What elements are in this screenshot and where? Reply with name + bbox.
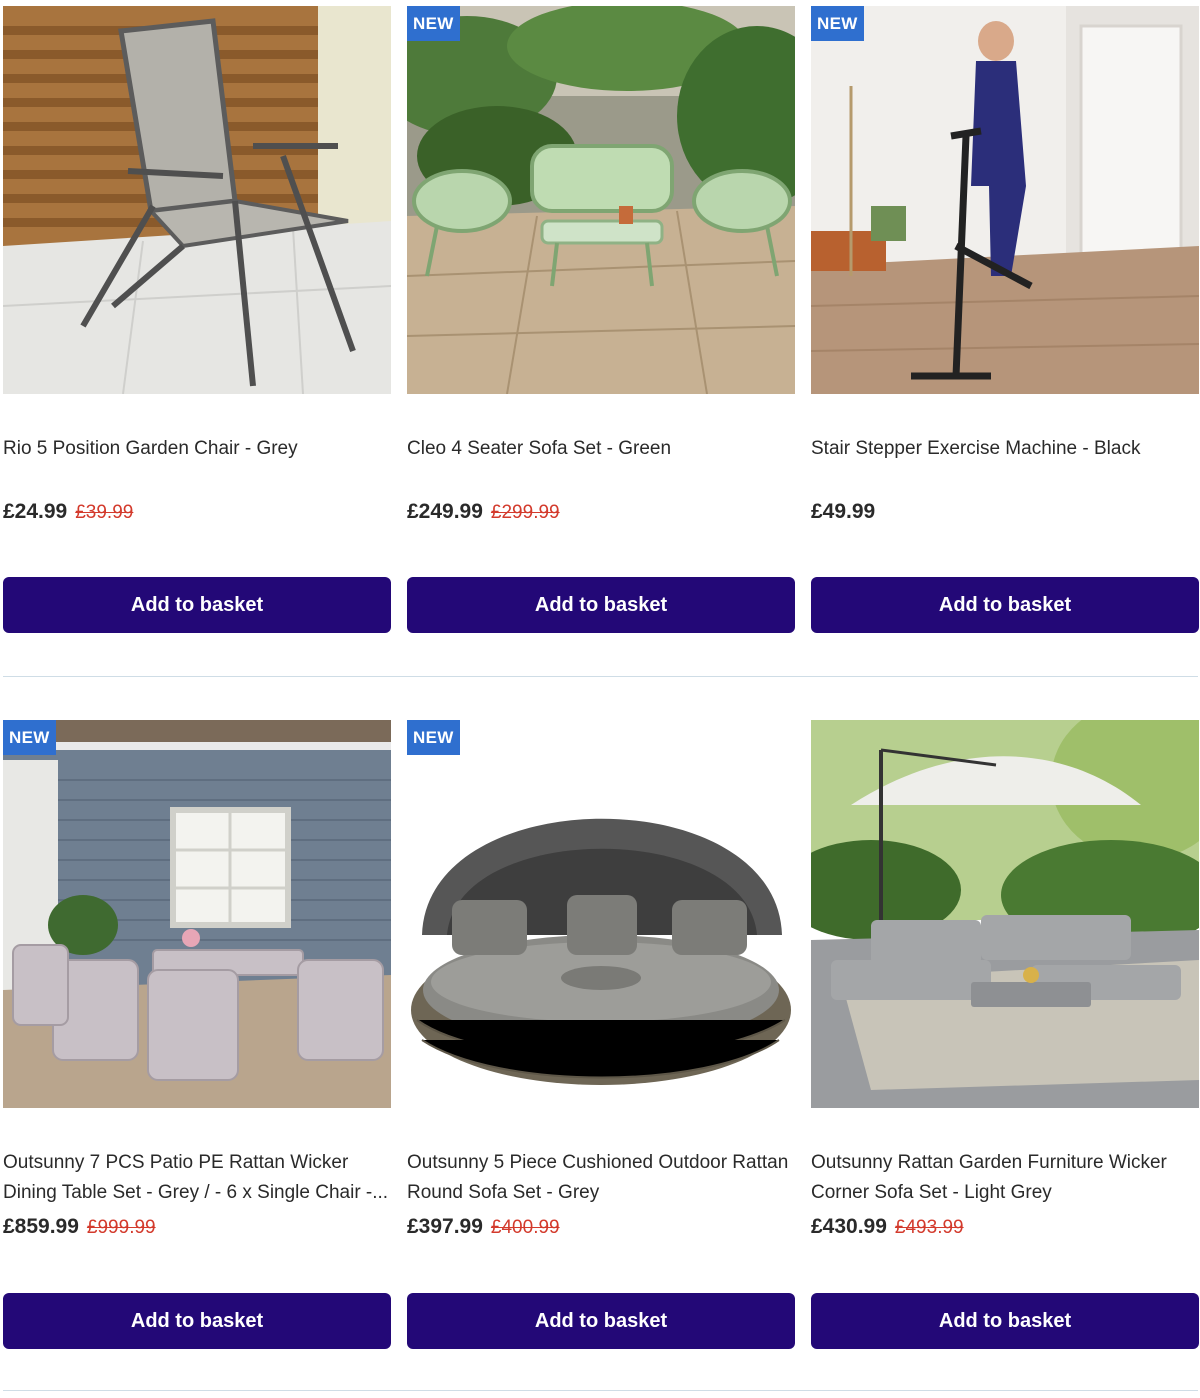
price-line: £430.99 £493.99 xyxy=(811,1215,964,1239)
price-line: £249.99 £299.99 xyxy=(407,500,560,524)
product-title[interactable]: Cleo 4 Seater Sofa Set - Green xyxy=(407,434,795,464)
product-card: NEW Stair Stepper Exercise Machine - Bla… xyxy=(811,0,1199,676)
was-price: £999.99 xyxy=(86,1217,156,1238)
product-card: NEW Cleo 4 Seater Sofa Set - Green £249.… xyxy=(407,0,795,676)
product-row-1: Rio 5 Position Garden Chair - Grey £24.9… xyxy=(0,0,1200,676)
current-price: £397.99 xyxy=(407,1215,483,1238)
product-title[interactable]: Outsunny 7 PCS Patio PE Rattan Wicker Di… xyxy=(3,1148,391,1208)
current-price: £49.99 xyxy=(811,500,876,523)
product-card: Rio 5 Position Garden Chair - Grey £24.9… xyxy=(3,0,391,676)
add-to-basket-button[interactable]: Add to basket xyxy=(811,1293,1199,1349)
product-title[interactable]: Outsunny Rattan Garden Furniture Wicker … xyxy=(811,1148,1199,1208)
price-line: £859.99 £999.99 xyxy=(3,1215,156,1239)
new-badge: NEW xyxy=(3,720,56,755)
product-title[interactable]: Rio 5 Position Garden Chair - Grey xyxy=(3,434,391,464)
product-row-2: NEW Outsunny 7 PCS Patio PE Rattan Wicke… xyxy=(0,678,1200,1390)
add-to-basket-button[interactable]: Add to basket xyxy=(407,1293,795,1349)
new-badge: NEW xyxy=(407,720,460,755)
add-to-basket-button[interactable]: Add to basket xyxy=(407,577,795,633)
product-image-garden-chair[interactable] xyxy=(3,6,391,394)
current-price: £859.99 xyxy=(3,1215,79,1238)
current-price: £430.99 xyxy=(811,1215,887,1238)
product-card: NEW Outsunny 7 PCS Patio PE Rattan Wicke… xyxy=(3,678,391,1390)
product-image-corner-sofa[interactable] xyxy=(811,720,1199,1108)
add-to-basket-button[interactable]: Add to basket xyxy=(3,577,391,633)
price-line: £49.99 xyxy=(811,500,875,524)
current-price: £249.99 xyxy=(407,500,483,523)
was-price: £299.99 xyxy=(490,502,560,523)
was-price: £39.99 xyxy=(75,502,134,523)
new-badge: NEW xyxy=(407,6,460,41)
add-to-basket-button[interactable]: Add to basket xyxy=(811,577,1199,633)
row-divider xyxy=(3,1390,1198,1391)
product-image-stair-stepper[interactable]: NEW xyxy=(811,6,1199,394)
product-title[interactable]: Outsunny 5 Piece Cushioned Outdoor Ratta… xyxy=(407,1148,795,1208)
product-card: NEW Outsunny 5 Piece Cushioned Outdoor R… xyxy=(407,678,795,1390)
was-price: £400.99 xyxy=(490,1217,560,1238)
new-badge: NEW xyxy=(811,6,864,41)
product-image-round-daybed[interactable]: NEW xyxy=(407,720,795,1108)
add-to-basket-button[interactable]: Add to basket xyxy=(3,1293,391,1349)
price-line: £397.99 £400.99 xyxy=(407,1215,560,1239)
product-card: Outsunny Rattan Garden Furniture Wicker … xyxy=(811,678,1199,1390)
product-image-rattan-dining-set[interactable]: NEW xyxy=(3,720,391,1108)
product-title[interactable]: Stair Stepper Exercise Machine - Black xyxy=(811,434,1199,464)
price-line: £24.99 £39.99 xyxy=(3,500,133,524)
row-divider xyxy=(3,676,1198,677)
current-price: £24.99 xyxy=(3,500,68,523)
product-image-sofa-set[interactable]: NEW xyxy=(407,6,795,394)
was-price: £493.99 xyxy=(894,1217,964,1238)
